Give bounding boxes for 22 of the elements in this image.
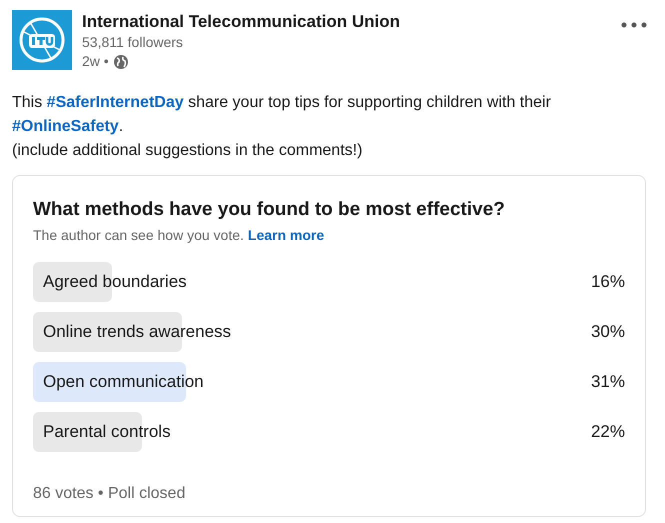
option-label: Parental controls (42, 421, 171, 444)
post-note: (include additional suggestions in the comments!) (12, 141, 364, 161)
option-percent: 16% (590, 271, 625, 294)
option-percent: 30% (590, 321, 625, 344)
option-label: Agreed boundaries (42, 271, 187, 294)
hashtag-link[interactable]: #SaferInternetDay (46, 94, 184, 111)
option-label: Open communication (42, 371, 204, 394)
logo-icon[interactable] (12, 10, 72, 70)
poll-summary: 86 votes • Poll closed (33, 484, 186, 504)
poll-question: What methods have you found to be most effective? (33, 198, 506, 222)
post-time: 2w • (82, 52, 109, 71)
globe-icon (112, 54, 129, 70)
option-percent: 31% (590, 371, 625, 394)
learn-more-link[interactable]: Learn more (248, 225, 324, 245)
post-text: This #SaferInternetDay share your top tips for supporting children with their #OnlineSafety. (12, 93, 552, 137)
hashtag-link[interactable]: #OnlineSafety (12, 118, 119, 135)
privacy-notice: The author can see how you vote. (33, 226, 244, 245)
author-name[interactable]: International Telecommunication Union (82, 11, 400, 33)
follower-count: 53,811 followers (82, 33, 184, 52)
option-label: Online trends awareness (42, 321, 232, 344)
more-options-icon[interactable] (621, 22, 647, 28)
option-percent: 22% (590, 421, 625, 444)
